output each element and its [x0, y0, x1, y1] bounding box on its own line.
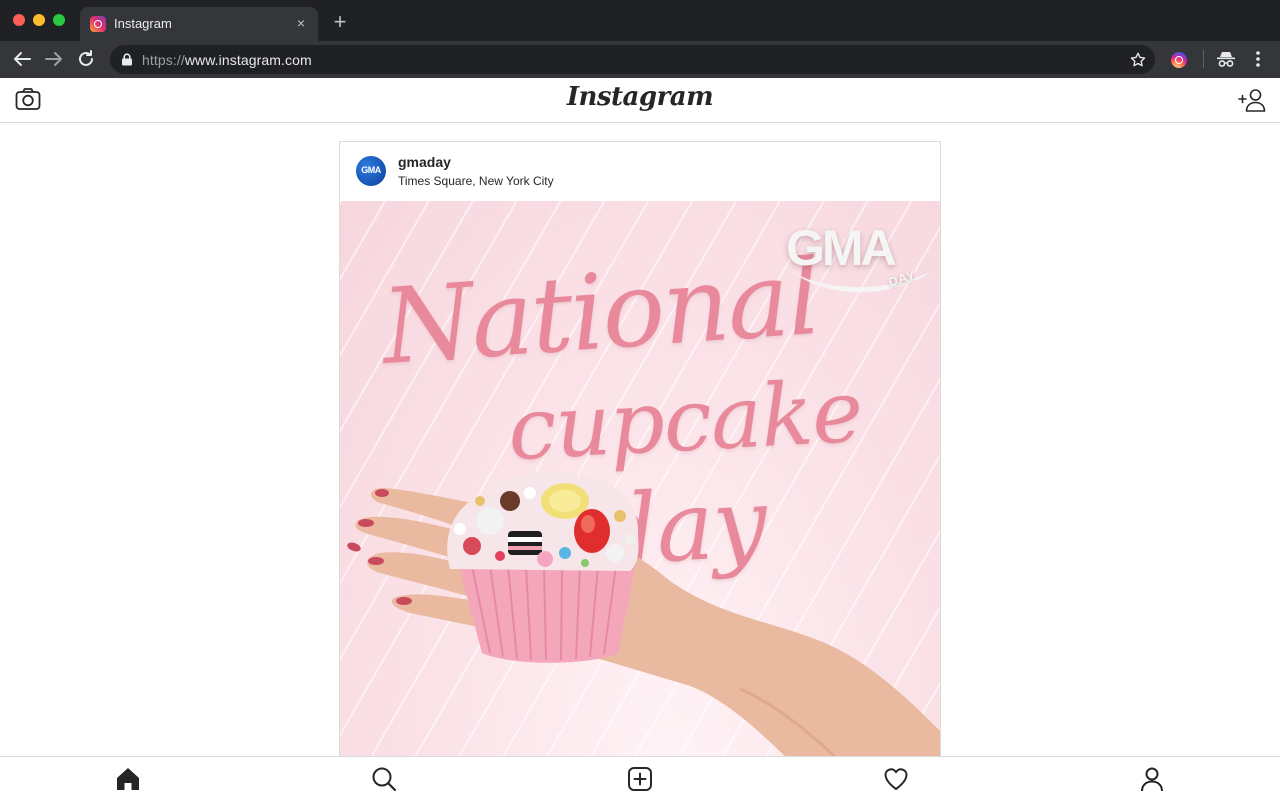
url-host: www.instagram.com	[184, 52, 312, 68]
back-arrow-icon[interactable]	[10, 47, 34, 71]
avatar[interactable]: GMA	[356, 156, 386, 186]
url-scheme: https://	[142, 52, 185, 68]
activity-heart-icon[interactable]	[883, 766, 909, 792]
search-icon[interactable]	[371, 766, 397, 792]
gma-day-logo: GMA DAY	[784, 213, 934, 297]
lock-icon	[122, 53, 132, 66]
tab-close-icon[interactable]: ×	[292, 14, 310, 32]
avatar-label: GMA	[361, 165, 381, 175]
browser-titlebar: Instagram × +	[0, 0, 1280, 41]
reload-icon[interactable]	[74, 47, 98, 71]
home-icon[interactable]	[115, 766, 141, 792]
bottom-navigation	[0, 756, 1280, 800]
browser-toolbar: https://www.instagram.com	[0, 41, 1280, 78]
post-header: GMA gmaday Times Square, New York City	[340, 142, 940, 202]
tab-title: Instagram	[114, 16, 172, 31]
incognito-icon[interactable]	[1216, 50, 1236, 68]
new-tab-button[interactable]: +	[329, 11, 351, 33]
url-text: https://www.instagram.com	[142, 52, 312, 68]
post-location[interactable]: Times Square, New York City	[398, 174, 554, 188]
browser-menu-icon[interactable]	[1250, 49, 1266, 69]
minimize-window-button[interactable]	[33, 14, 45, 26]
new-post-icon[interactable]	[627, 766, 653, 792]
add-user-icon[interactable]	[1238, 87, 1266, 113]
toolbar-divider	[1203, 50, 1204, 68]
instagram-extension-icon[interactable]	[1171, 52, 1187, 68]
close-window-button[interactable]	[13, 14, 25, 26]
forward-arrow-icon[interactable]	[42, 47, 66, 71]
post-username[interactable]: gmaday	[398, 154, 451, 170]
address-bar[interactable]: https://www.instagram.com	[110, 45, 1155, 74]
bookmark-star-icon[interactable]	[1129, 51, 1147, 69]
instagram-favicon-icon	[90, 16, 106, 32]
browser-tab[interactable]: Instagram ×	[80, 7, 318, 41]
instagram-header: Instagram	[0, 78, 1280, 123]
maximize-window-button[interactable]	[53, 14, 65, 26]
post-image[interactable]: National cupcake day GMA DAY	[340, 201, 940, 781]
instagram-logo[interactable]: Instagram	[0, 82, 1280, 112]
profile-icon[interactable]	[1139, 766, 1165, 792]
feed-post: GMA gmaday Times Square, New York City N…	[339, 141, 941, 781]
